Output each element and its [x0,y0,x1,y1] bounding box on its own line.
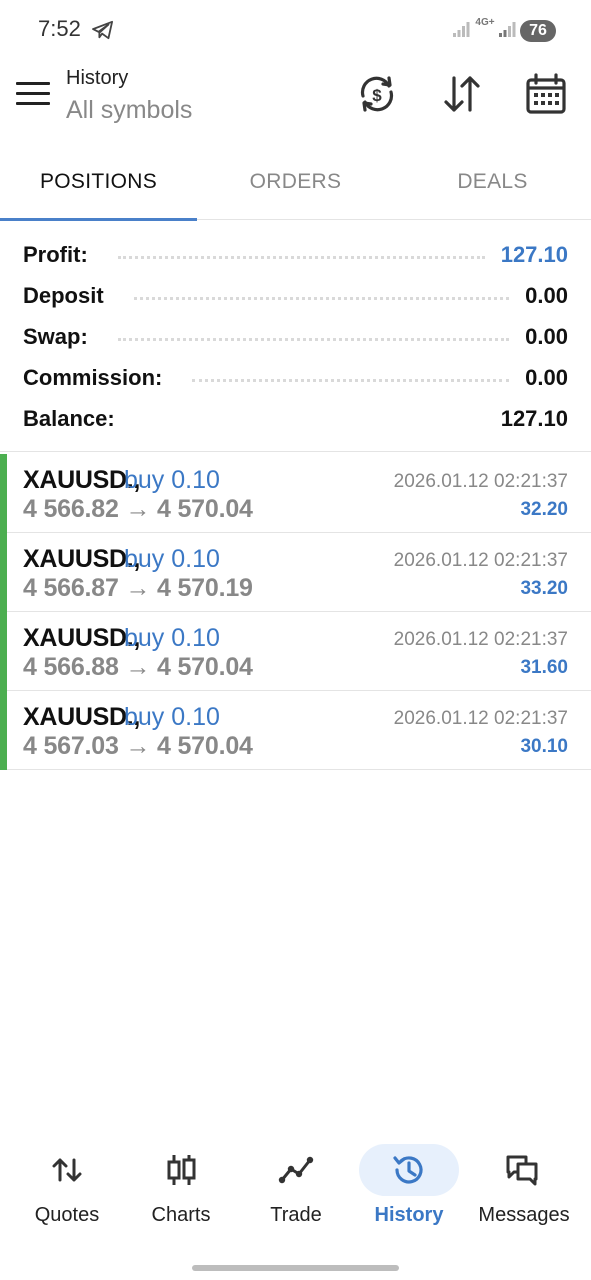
position-prices: 4 566.88 → 4 570.04 [23,653,253,681]
position-time: 2026.01.12 02:21:37 [393,629,568,650]
nav-item-trade[interactable]: Trade [238,1140,354,1240]
summary-row-profit: Profit: 127.10 [23,234,568,275]
position-prices: 4 567.03 → 4 570.04 [23,732,253,760]
summary-row-commission: Commission: 0.00 [23,357,568,398]
position-symbol: XAUUSD., [23,545,141,573]
summary-value: 127.10 [500,405,568,431]
summary-value: 0.00 [525,364,568,390]
network-type-label: 4G+ [475,17,495,28]
history-tabs: POSITIONS ORDERS DEALS [0,150,591,221]
summary-value: 127.10 [500,241,568,267]
position-time: 2026.01.12 02:21:37 [393,471,568,492]
page-title: History [66,67,129,89]
svg-text:$: $ [372,86,382,105]
signal-icon [453,22,470,37]
position-side-volume: buy 0.10 [124,624,220,652]
tab-deals[interactable]: DEALS [394,150,591,220]
battery-badge: 76 [520,20,556,42]
calendar-icon[interactable] [524,72,568,116]
home-indicator[interactable] [192,1265,399,1271]
nav-item-history[interactable]: History [357,1140,473,1240]
position-side-volume: buy 0.10 [124,545,220,573]
position-row[interactable]: XAUUSD., buy 0.10 4 567.03 → 4 570.04 20… [0,691,591,770]
symbol-filter[interactable]: All symbols [66,96,192,125]
candlestick-icon [167,1155,196,1185]
position-side-volume: buy 0.10 [124,466,220,494]
summary-label: Profit: [23,241,88,267]
position-list: XAUUSD., buy 0.10 4 566.82 → 4 570.04 20… [0,454,591,770]
summary-label: Deposit [23,282,104,308]
chat-bubbles-icon [506,1155,538,1186]
position-time: 2026.01.12 02:21:37 [393,708,568,729]
position-symbol: XAUUSD., [23,703,141,731]
summary-row-deposit: Deposit 0.00 [23,275,568,316]
tab-orders[interactable]: ORDERS [197,150,394,220]
position-symbol: XAUUSD., [23,466,141,494]
nav-label: Charts [151,1204,211,1226]
app-bar: History All symbols $ [0,60,591,140]
position-prices: 4 566.82 → 4 570.04 [23,495,253,523]
buy-indicator-bar [0,691,7,770]
status-time: 7:52 [38,16,81,41]
nav-label: Trade [270,1204,322,1226]
summary-value: 0.00 [525,323,568,349]
summary-row-swap: Swap: 0.00 [23,316,568,357]
summary-panel: Profit: 127.10 Deposit 0.00 Swap: 0.00 C… [0,234,591,452]
currency-sync-icon[interactable]: $ [355,72,399,116]
buy-indicator-bar [0,454,7,533]
position-row[interactable]: XAUUSD., buy 0.10 4 566.88 → 4 570.04 20… [0,612,591,691]
nav-item-quotes[interactable]: Quotes [9,1140,125,1240]
position-row[interactable]: XAUUSD., buy 0.10 4 566.82 → 4 570.04 20… [0,454,591,533]
trend-line-icon [278,1156,314,1184]
signal-icon-2 [499,22,516,37]
position-prices: 4 566.87 → 4 570.19 [23,574,253,602]
summary-label: Commission: [23,364,163,390]
dotted-leader [145,420,485,423]
quotes-arrows-icon [52,1158,82,1182]
position-profit: 30.10 [520,736,568,757]
nav-label: Messages [478,1204,570,1226]
dotted-leader [192,379,510,382]
position-profit: 31.60 [520,657,568,678]
telegram-icon [92,20,113,40]
position-symbol: XAUUSD., [23,624,141,652]
tab-positions[interactable]: POSITIONS [0,150,197,221]
nav-label: Quotes [34,1204,100,1226]
summary-label: Swap: [23,323,88,349]
position-profit: 32.20 [520,499,568,520]
sort-arrows-icon[interactable] [440,72,484,116]
dotted-leader [117,256,485,259]
position-profit: 33.20 [520,578,568,599]
summary-row-balance: Balance: 127.10 [23,398,568,439]
buy-indicator-bar [0,612,7,691]
hamburger-menu-icon[interactable] [16,82,50,108]
dotted-leader [133,297,510,300]
position-time: 2026.01.12 02:21:37 [393,550,568,571]
nav-item-charts[interactable]: Charts [123,1140,239,1240]
nav-label: History [374,1204,444,1226]
status-bar: 7:52 4G+ 76 [0,0,591,60]
buy-indicator-bar [0,533,7,612]
position-row[interactable]: XAUUSD., buy 0.10 4 566.87 → 4 570.19 20… [0,533,591,612]
history-clock-icon [393,1156,423,1184]
position-side-volume: buy 0.10 [124,703,220,731]
summary-value: 0.00 [525,282,568,308]
summary-label: Balance: [23,405,115,431]
nav-item-messages[interactable]: Messages [466,1140,582,1240]
dotted-leader [117,338,510,341]
bottom-navigation: Quotes Charts Trade History Messages [0,1140,591,1240]
